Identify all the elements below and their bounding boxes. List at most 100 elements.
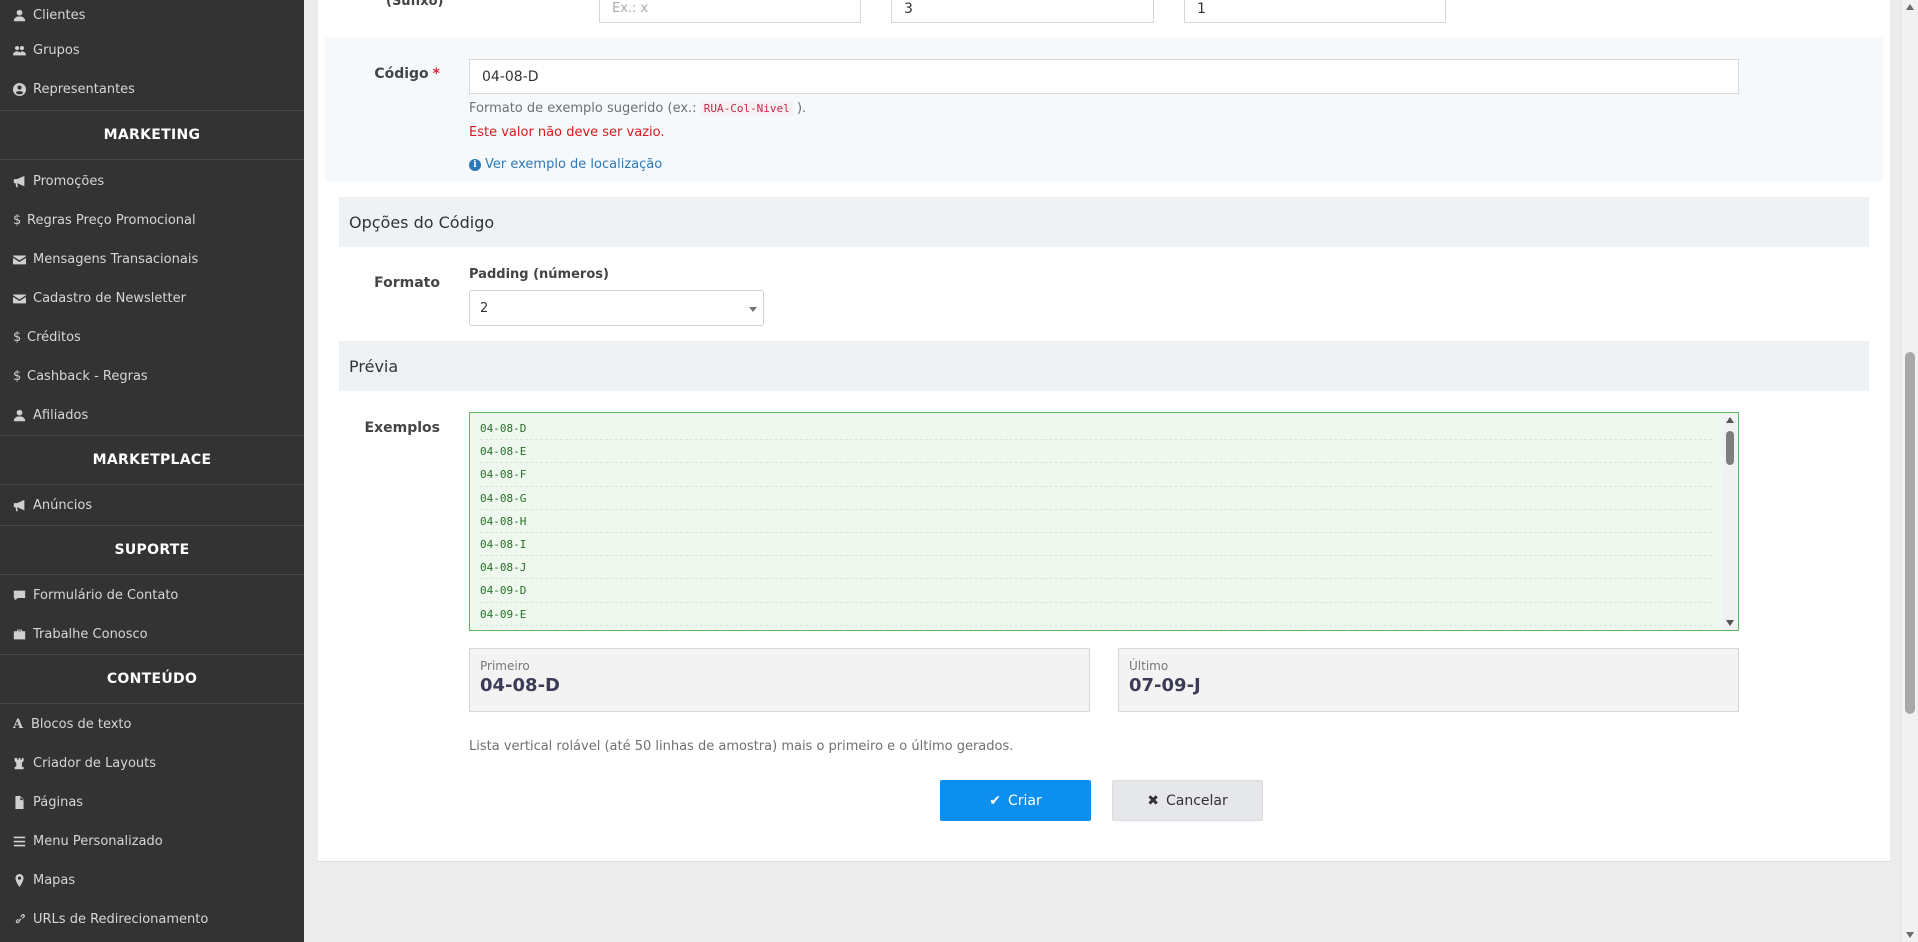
- sidebar-item-label: Menu Personalizado: [33, 834, 163, 849]
- example-row: 04-08-E: [480, 440, 1712, 464]
- sidebar-item-regras-preco-promocional[interactable]: $ Regras Preço Promocional: [0, 201, 304, 240]
- padding-label: Padding (números): [469, 267, 609, 282]
- user-circle-icon: [13, 83, 31, 96]
- example-row: 04-08-F: [480, 463, 1712, 487]
- step-input[interactable]: 1: [1184, 0, 1446, 23]
- scroll-down-arrow-icon[interactable]: [1726, 620, 1734, 626]
- sidebar-item-creditos[interactable]: $ Créditos: [0, 318, 304, 357]
- sufixo-label: (Sufixo): [386, 0, 444, 9]
- help-prefix: Formato de exemplo sugerido (ex.:: [469, 101, 697, 116]
- sidebar-item-label: Anúncios: [33, 498, 93, 513]
- dollar-icon: $: [13, 213, 22, 228]
- sidebar-item-label: Clientes: [33, 8, 86, 23]
- example-row: 04-08-I: [480, 533, 1712, 557]
- sidebar-item-label: Blocos de texto: [31, 717, 132, 732]
- page-scroll-up-icon[interactable]: [1906, 4, 1914, 10]
- bullhorn-icon: [13, 499, 31, 512]
- sidebar-item-menu-personalizado[interactable]: Menu Personalizado: [0, 822, 304, 861]
- sidebar-heading-conteudo: CONTEÚDO: [0, 654, 304, 704]
- sidebar-item-cashback-regras[interactable]: $ Cashback - Regras: [0, 357, 304, 396]
- sidebar-item-label: Regras Preço Promocional: [27, 213, 196, 228]
- preview-section-header: Prévia: [339, 341, 1869, 391]
- first-code-card: Primeiro 04-08-D: [469, 648, 1090, 712]
- codigo-input[interactable]: 04-08-D: [469, 59, 1739, 94]
- example-row: 04-08-G: [480, 487, 1712, 510]
- sidebar-item-paginas[interactable]: Páginas: [0, 783, 304, 822]
- page-scrollbar[interactable]: [1901, 0, 1918, 942]
- sidebar-item-promocoes[interactable]: Promoções: [0, 162, 304, 201]
- range-end-input[interactable]: 3: [891, 0, 1154, 23]
- sidebar-item-label: Trabalhe Conosco: [33, 627, 148, 642]
- first-value: 04-08-D: [480, 675, 560, 696]
- sidebar-item-blocos-texto[interactable]: A Blocos de texto: [0, 705, 304, 744]
- map-marker-icon: [13, 874, 31, 887]
- examples-scrollbar[interactable]: [1722, 413, 1738, 630]
- example-row: 04-08-J: [480, 556, 1712, 580]
- sidebar-group-suporte: Formulário de Contato Trabalhe Conosco: [0, 575, 304, 654]
- sidebar-item-cadastro-newsletter[interactable]: Cadastro de Newsletter: [0, 279, 304, 318]
- create-button[interactable]: ✔ Criar: [940, 780, 1091, 821]
- sidebar-item-grupos[interactable]: Grupos: [0, 31, 304, 70]
- page-scroll-down-icon[interactable]: [1906, 932, 1914, 938]
- info-circle-icon: i: [469, 158, 481, 171]
- examples-list: 04-08-D 04-08-E 04-08-F 04-08-G 04-08-H …: [470, 413, 1722, 630]
- first-label: Primeiro: [480, 659, 530, 673]
- codigo-label: Código *: [360, 66, 440, 82]
- example-row: 04-08-D: [480, 417, 1712, 441]
- sidebar-item-label: Promoções: [33, 174, 105, 189]
- suffix-input[interactable]: Ex.: x: [599, 0, 861, 23]
- sidebar-item-urls-redirecionamento[interactable]: URLs de Redirecionamento: [0, 900, 304, 939]
- ver-exemplo-link-label: Ver exemplo de localização: [485, 157, 663, 172]
- cancel-button-label: Cancelar: [1165, 792, 1228, 809]
- sidebar-item-mapas[interactable]: Mapas: [0, 861, 304, 900]
- padding-select-value: 2: [480, 301, 489, 316]
- exemplos-label: Exemplos: [364, 420, 440, 436]
- sidebar-item-mensagens-transacionais[interactable]: Mensagens Transacionais: [0, 240, 304, 279]
- ver-exemplo-link[interactable]: i Ver exemplo de localização: [469, 157, 662, 172]
- examples-scroll-thumb[interactable]: [1726, 431, 1734, 465]
- sidebar-item-afiliados[interactable]: Afiliados: [0, 396, 304, 435]
- create-button-label: Criar: [1007, 792, 1042, 809]
- sidebar-item-label: Criador de Layouts: [33, 756, 157, 771]
- padding-select[interactable]: 2: [469, 290, 764, 326]
- sidebar-item-label: Representantes: [33, 82, 135, 97]
- sidebar-item-label: Formulário de Contato: [33, 588, 179, 603]
- comment-icon: [13, 589, 31, 602]
- help-suffix: ).: [796, 101, 807, 116]
- sidebar-item-trabalhe-conosco[interactable]: Trabalhe Conosco: [0, 615, 304, 654]
- sidebar-item-clientes[interactable]: Clientes: [0, 0, 304, 31]
- cancel-button[interactable]: ✖ Cancelar: [1112, 780, 1263, 821]
- page-scroll-thumb[interactable]: [1905, 352, 1915, 714]
- sidebar-item-criador-layouts[interactable]: Criador de Layouts: [0, 744, 304, 783]
- required-mark: *: [432, 66, 440, 82]
- file-icon: [13, 796, 31, 809]
- users-icon: [13, 44, 31, 57]
- user-icon: [13, 409, 31, 422]
- dollar-icon: $: [13, 330, 22, 345]
- sidebar-item-formulario-contato[interactable]: Formulário de Contato: [0, 576, 304, 615]
- last-label: Último: [1129, 659, 1169, 673]
- codigo-help-text: Formato de exemplo sugerido (ex.: RUA-Co…: [469, 101, 806, 116]
- options-section-header: Opções do Código: [339, 197, 1869, 247]
- sidebar-item-representantes[interactable]: Representantes: [0, 70, 304, 109]
- bullhorn-icon: [13, 175, 31, 188]
- check-icon: ✔: [989, 792, 1001, 809]
- font-icon: A: [13, 717, 24, 732]
- sidebar-heading-marketplace: MARKETPLACE: [0, 435, 304, 485]
- examples-list-box[interactable]: 04-08-D 04-08-E 04-08-F 04-08-G 04-08-H …: [469, 412, 1739, 631]
- sidebar-group-marketplace: Anúncios: [0, 485, 304, 525]
- scroll-up-arrow-icon[interactable]: [1726, 417, 1734, 423]
- sidebar-group-marketing: Promoções $ Regras Preço Promocional Men…: [0, 160, 304, 435]
- sidebar-group-top: Clientes Grupos Representantes: [0, 0, 304, 109]
- user-icon: [13, 9, 31, 22]
- codigo-label-text: Código: [374, 66, 429, 82]
- envelope-icon: [13, 253, 31, 266]
- card-divider: [318, 861, 1890, 862]
- envelope-icon: [13, 292, 31, 305]
- sidebar-item-anuncios[interactable]: Anúncios: [0, 486, 304, 525]
- example-row: 04-08-H: [480, 510, 1712, 533]
- sidebar-item-label: Cashback - Regras: [27, 369, 148, 384]
- help-code-example: RUA-Col-Nivel: [700, 101, 793, 116]
- briefcase-icon: [13, 628, 31, 641]
- bars-icon: [13, 835, 31, 848]
